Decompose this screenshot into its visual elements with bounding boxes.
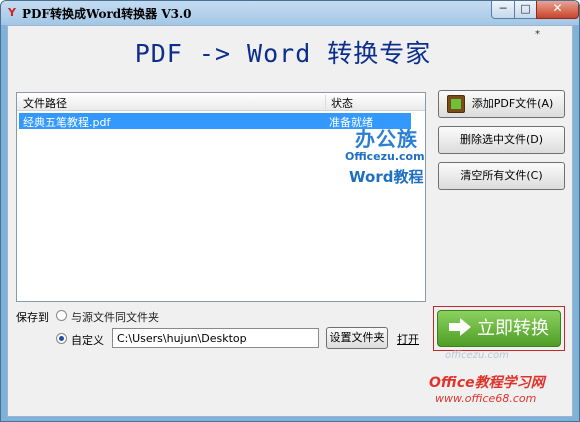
file-name-cell: 经典五笔教程.pdf [23,116,111,129]
arrow-right-icon [449,318,471,336]
output-path-input[interactable] [112,328,319,348]
column-header-status[interactable]: 状态 [331,95,353,111]
remove-selected-button[interactable]: 删除选中文件(D) [438,126,565,154]
page-title: PDF -> Word 转换专家 [134,39,432,68]
convert-button[interactable]: 立即转换 [437,310,561,347]
app-window: Y PDF转换成Word转换器 V3.0 ─ □ ✕ * PDF -> Word… [0,0,580,422]
add-pdf-icon [447,95,465,113]
asterisk-marker: * [535,29,540,40]
site-watermark: officezu.com Office教程学习网 www.office68.co… [409,346,579,414]
window-title: PDF转换成Word转换器 V3.0 [22,7,192,21]
custom-folder-label[interactable]: 自定义 [71,332,104,348]
minimize-button[interactable]: ─ [491,1,515,19]
title-bar[interactable]: Y PDF转换成Word转换器 V3.0 ─ □ ✕ [1,1,579,25]
open-folder-link[interactable]: 打开 [397,331,419,347]
brand-watermark: 办公族 Officezu.com Word教程 [339,123,439,193]
custom-folder-radio[interactable] [56,333,67,344]
convert-label: 立即转换 [477,318,549,339]
list-header: 文件路径 状态 [17,93,425,111]
column-divider [325,95,326,109]
brand-name: 办公族 [355,127,418,151]
column-header-path[interactable]: 文件路径 [23,95,67,111]
watermark-main: Office教程学习网 [429,375,545,391]
app-icon: Y [8,6,16,19]
clear-all-button[interactable]: 清空所有文件(C) [438,162,565,190]
set-folder-button[interactable]: 设置文件夹 [326,327,388,349]
add-pdf-label: 添加PDF文件(A) [471,97,554,110]
convert-highlight: 立即转换 [433,306,565,351]
same-folder-label[interactable]: 与源文件同文件夹 [71,309,159,325]
add-pdf-button[interactable]: 添加PDF文件(A) [438,90,565,118]
brand-url: Officezu.com [345,150,425,163]
save-to-label: 保存到 [16,311,49,324]
close-button[interactable]: ✕ [536,1,579,19]
watermark-top: officezu.com [445,350,509,361]
maximize-button[interactable]: □ [514,1,537,19]
same-folder-radio[interactable] [56,310,67,321]
watermark-url: www.office68.com [435,392,537,405]
brand-subtitle: Word教程 [349,168,424,186]
